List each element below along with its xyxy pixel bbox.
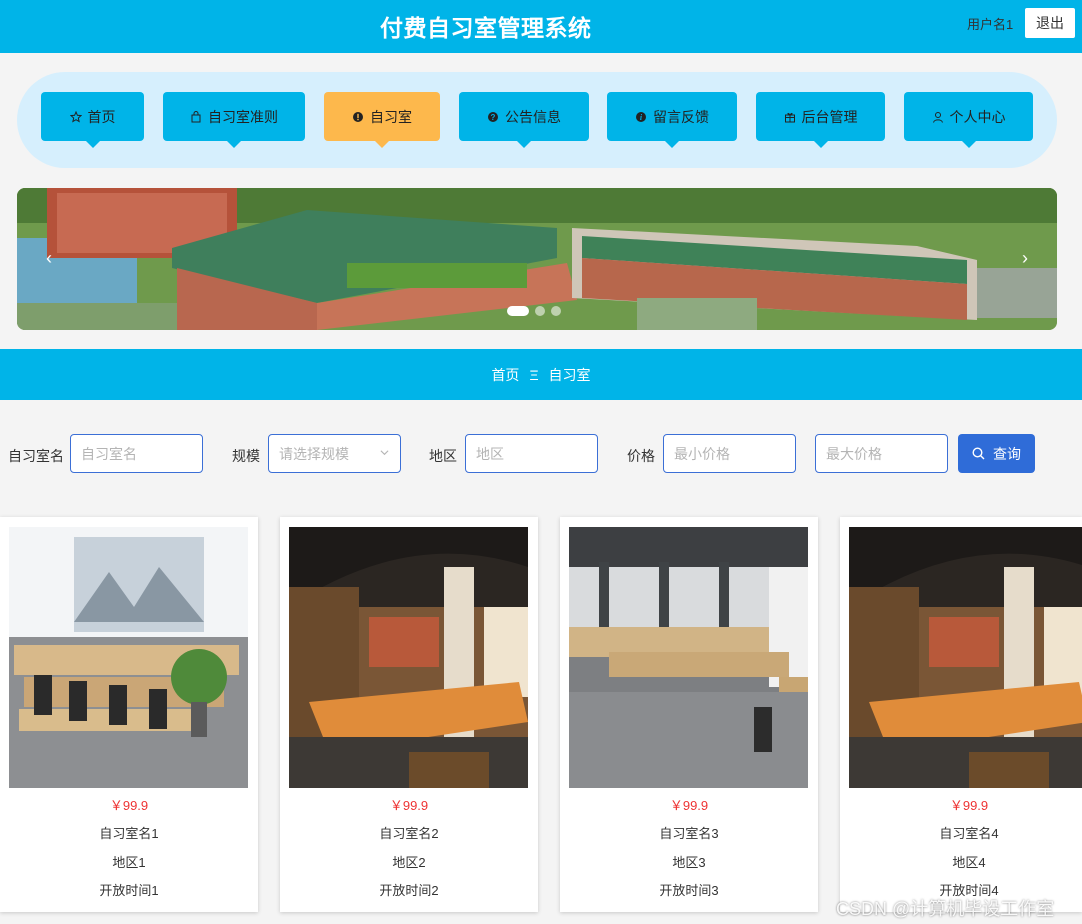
nav-item-label: 自习室	[370, 108, 412, 125]
room-photo	[569, 527, 808, 788]
search-button-label: 查询	[993, 445, 1021, 462]
room-name: 自习室名1	[99, 826, 159, 841]
username-label: 用户名1	[967, 17, 1014, 32]
star-icon	[69, 110, 82, 123]
info-circle-icon: i	[636, 111, 646, 122]
room-card-4[interactable]: ￥99.9 自习室名4 地区4 开放时间4	[840, 517, 1082, 912]
watermark: CSDN @计算机毕设工作室	[836, 899, 1055, 919]
svg-text:?: ?	[491, 113, 496, 122]
breadcrumb-separator: Ξ	[529, 366, 539, 383]
room-hours: 开放时间3	[659, 883, 719, 898]
room-hours: 开放时间2	[379, 883, 439, 898]
min-price-input[interactable]	[663, 434, 796, 473]
room-region: 地区4	[952, 855, 986, 870]
room-price: ￥99.9	[109, 798, 149, 813]
price-filter-label: 价格	[627, 448, 655, 464]
breadcrumb-home[interactable]: 首页	[491, 365, 519, 385]
nav-item-feedback[interactable]: i 留言反馈	[607, 92, 737, 141]
room-photo	[849, 527, 1082, 788]
banner-dot-3[interactable]	[551, 306, 561, 316]
question-circle-icon: ?	[488, 111, 498, 122]
max-price-input[interactable]	[815, 434, 948, 473]
banner-next-arrow[interactable]: ›	[1015, 248, 1035, 269]
search-button[interactable]: 查询	[958, 434, 1035, 473]
room-price: ￥99.9	[389, 798, 429, 813]
alert-circle-icon	[353, 111, 363, 122]
room-price: ￥99.9	[949, 798, 989, 813]
bag-icon	[191, 110, 201, 122]
banner-dot-2[interactable]	[535, 306, 545, 316]
scale-filter-label: 规模	[232, 448, 260, 464]
breadcrumb-current: 自习室	[548, 366, 591, 383]
nav-item-home[interactable]: 首页	[41, 92, 144, 141]
banner-prev-arrow[interactable]: ‹	[39, 248, 59, 269]
top-header: 付费自习室管理系统 用户名1 退出	[0, 0, 1082, 53]
nav-item-label: 后台管理	[801, 108, 858, 125]
banner-dots	[507, 306, 561, 316]
banner-dot-1[interactable]	[507, 306, 529, 316]
room-hours: 开放时间1	[99, 883, 159, 898]
name-filter-label: 自习室名	[8, 448, 64, 464]
room-card-1[interactable]: ￥99.9 自习室名1 地区1 开放时间1	[0, 517, 258, 912]
main-nav: 首页 自习室准则 自习室 ? 公告信息 i 留言反馈 后台管理 个人中心	[17, 72, 1057, 168]
nav-item-rules[interactable]: 自习室准则	[163, 92, 305, 141]
nav-item-label: 留言反馈	[653, 108, 709, 125]
room-name: 自习室名4	[939, 826, 999, 841]
room-region: 地区2	[392, 855, 426, 870]
nav-item-announcements[interactable]: ? 公告信息	[459, 92, 589, 141]
banner-carousel: ‹ ›	[17, 188, 1057, 330]
chevron-down-icon	[380, 450, 389, 456]
app-title: 付费自习室管理系统	[380, 15, 592, 41]
nav-item-label: 公告信息	[505, 108, 561, 125]
nav-item-admin[interactable]: 后台管理	[756, 92, 885, 141]
room-name: 自习室名2	[379, 826, 439, 841]
room-card-2[interactable]: ￥99.9 自习室名2 地区2 开放时间2	[280, 517, 538, 912]
user-icon	[932, 111, 943, 123]
nav-item-label: 自习室准则	[208, 108, 278, 125]
room-price: ￥99.9	[669, 798, 709, 813]
search-icon	[972, 447, 985, 460]
region-filter-label: 地区	[429, 448, 457, 464]
room-photo	[289, 527, 528, 788]
region-filter-input[interactable]	[465, 434, 598, 473]
scale-filter-select[interactable]: 请选择规模	[268, 434, 401, 473]
room-card-3[interactable]: ￥99.9 自习室名3 地区3 开放时间3	[560, 517, 818, 912]
gift-icon	[784, 112, 795, 122]
room-name: 自习室名3	[659, 826, 719, 841]
room-region: 地区3	[672, 855, 706, 870]
room-region: 地区1	[112, 855, 146, 870]
room-photo	[9, 527, 248, 788]
nav-item-label: 首页	[87, 108, 116, 125]
name-filter-input[interactable]	[70, 434, 203, 473]
breadcrumb: 首页 Ξ 自习室	[0, 349, 1082, 400]
nav-item-label: 个人中心	[949, 108, 1006, 125]
logout-button[interactable]: 退出	[1025, 8, 1075, 38]
nav-item-profile[interactable]: 个人中心	[904, 92, 1033, 141]
nav-item-study-room[interactable]: 自习室	[324, 92, 440, 141]
